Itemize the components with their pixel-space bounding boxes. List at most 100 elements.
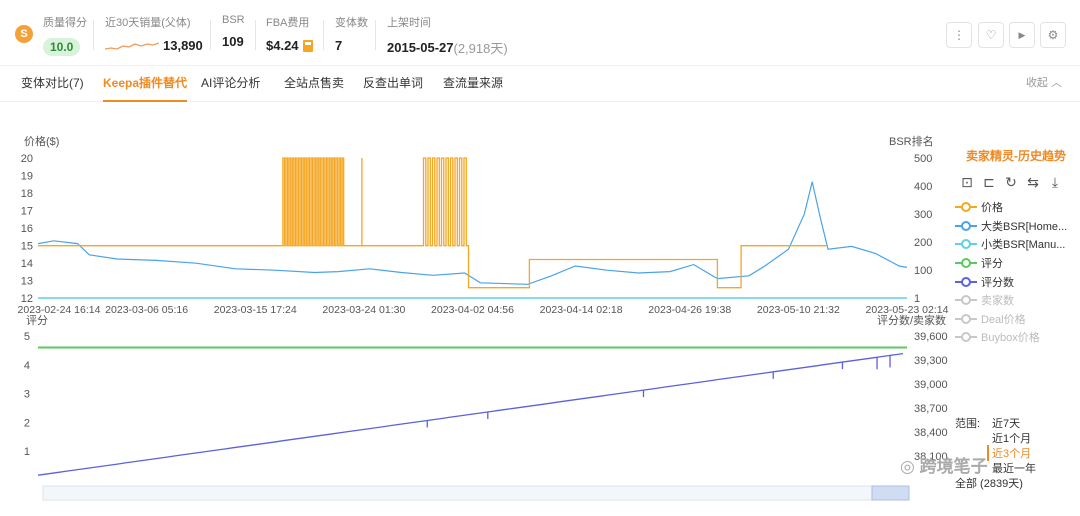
chart-toolbar: ⊡ ⊏ ↻ ⇆ ⤓: [955, 174, 1075, 190]
stats-bar: S 质量得分 10.0 近30天销量(父体) 13,890 BSR 109 FB…: [0, 0, 1080, 66]
stat-bsr: BSR 109: [222, 14, 245, 49]
legend-item-label: 大类BSR[Home...: [981, 220, 1068, 233]
legend-item[interactable]: 小类BSR[Manu...: [955, 235, 1075, 254]
watermark-text: 跨境笔子: [919, 457, 988, 476]
legend-swatch-icon: [955, 239, 977, 250]
stat-bsr-label: BSR: [222, 14, 245, 26]
series-bsr-main-line: [37, 181, 908, 285]
chevron-up-icon: ︿: [1051, 77, 1062, 89]
top-chart-xtick: 2023-04-14 02:18: [540, 304, 623, 316]
bottom-chart-y2label: 评分数/卖家数: [877, 313, 946, 327]
divider: [255, 20, 256, 50]
legend-swatch-icon: [955, 258, 977, 269]
range-3m[interactable]: 近3个月: [987, 445, 1031, 461]
stat-variants: 变体数 7: [335, 14, 368, 53]
bottom-chart-ylabel: 评分: [26, 314, 48, 327]
settings-button[interactable]: ⚙: [1040, 22, 1066, 48]
stat-sales-label: 近30天销量(父体): [105, 17, 191, 29]
top-chart-ytick: 18: [21, 188, 33, 200]
bottom-chart-ytick: 2: [24, 417, 30, 429]
swap-icon[interactable]: ⇆: [1025, 174, 1041, 190]
top-chart-xtick: 2023-03-24 01:30: [322, 304, 405, 316]
top-chart-xtick: 2023-04-26 19:38: [648, 304, 731, 316]
legend-item[interactable]: Deal价格: [955, 310, 1075, 329]
bottom-chart-ytick: 5: [24, 331, 30, 343]
video-button[interactable]: ▶: [1009, 22, 1035, 48]
top-chart-y2tick: 200: [914, 237, 932, 249]
stat-listing-days: (2,918天): [453, 41, 508, 56]
top-chart-xtick: 2023-03-06 05:16: [105, 304, 188, 316]
legend-swatch-icon: [955, 332, 977, 343]
legend-item[interactable]: 评分数: [955, 272, 1075, 291]
top-chart-y2tick: 300: [914, 209, 932, 221]
legend-item-label: Deal价格: [981, 313, 1026, 326]
bottom-chart-y2tick: 39,600: [914, 331, 948, 343]
more-button[interactable]: ⋮: [946, 22, 972, 48]
divider: [210, 20, 211, 50]
tab-keepa[interactable]: Keepa插件替代: [103, 66, 188, 102]
stat-sales: 近30天销量(父体) 13,890: [105, 14, 203, 53]
legend-item-label: 价格: [981, 202, 1003, 215]
stat-variants-label: 变体数: [335, 17, 368, 29]
legend-item[interactable]: Buybox价格: [955, 328, 1075, 347]
top-chart-ytick: 16: [21, 223, 33, 235]
legend-swatch-icon: [955, 295, 977, 306]
stat-fba-label: FBA费用: [266, 17, 310, 29]
range-1m[interactable]: 近1个月: [992, 430, 1031, 446]
calculator-icon[interactable]: [302, 39, 313, 52]
bottom-chart-y2tick: 39,300: [914, 355, 948, 367]
zoom-icon[interactable]: ⊡: [959, 174, 975, 190]
legend-item[interactable]: 价格: [955, 198, 1075, 217]
top-chart-y2tick: 100: [914, 265, 932, 277]
stat-fba-value: $4.24: [266, 38, 299, 53]
legend-item[interactable]: 评分: [955, 254, 1075, 273]
heart-icon: ♡: [985, 28, 997, 42]
range-all[interactable]: 全部 (2839天): [955, 475, 1023, 491]
legend-item[interactable]: 大类BSR[Home...: [955, 217, 1075, 236]
bottom-chart-ytick: 3: [24, 389, 30, 401]
quality-score-badge: 10.0: [43, 38, 81, 56]
tab-variant-compare[interactable]: 变体对比(7): [21, 66, 84, 102]
top-chart-y2tick: 500: [914, 153, 932, 165]
stat-listing: 上架时间 2015-05-27 (2,918天): [387, 14, 508, 57]
more-icon: ⋮: [953, 28, 965, 42]
legend-item[interactable]: 卖家数: [955, 291, 1075, 310]
legend-item-label: 小类BSR[Manu...: [981, 239, 1066, 252]
top-chart-y2tick: 400: [914, 181, 932, 193]
top-chart-xtick: 2023-04-02 04:56: [431, 304, 514, 316]
favorite-button[interactable]: ♡: [978, 22, 1004, 48]
range-label: 范围:: [955, 418, 981, 430]
zoom-reset-icon[interactable]: ⊏: [981, 174, 997, 190]
zoom-slider-handle: [871, 485, 910, 501]
bottom-chart-y2tick: 39,000: [914, 379, 948, 391]
stat-bsr-value: 109: [222, 34, 244, 49]
top-chart-ytick: 15: [21, 241, 33, 253]
chart-legend: 卖家精灵-历史趋势 ⊡ ⊏ ↻ ⇆ ⤓ 价格 大类BSR[Home... 小类BSR…: [955, 147, 1075, 347]
stat-quality-label: 质量得分: [43, 17, 87, 29]
tab-ai-review[interactable]: AI评论分析: [201, 66, 260, 102]
legend-swatch-icon: [955, 220, 977, 231]
tab-all-sites[interactable]: 全站点售卖: [284, 66, 344, 102]
legend-item-label: 评分: [981, 258, 1003, 271]
stat-fba: FBA费用 $4.24: [266, 14, 313, 53]
tab-reverse-keywords[interactable]: 反查出单词: [363, 66, 423, 102]
divider: [93, 20, 94, 50]
sales-sparkline-icon: [105, 41, 159, 50]
range-1y[interactable]: 最近一年: [992, 460, 1036, 476]
range-7d[interactable]: 近7天: [992, 415, 1020, 431]
collapse-label: 收起: [1025, 77, 1048, 89]
wechat-icon: ◎: [900, 457, 915, 476]
bottom-chart-ytick: 1: [24, 446, 30, 458]
divider: [323, 20, 324, 50]
tab-traffic-source[interactable]: 查流量来源: [443, 66, 503, 102]
download-icon[interactable]: ⤓: [1047, 174, 1063, 190]
legend-swatch-icon: [955, 276, 977, 287]
top-chart-ylabel: 价格($): [24, 134, 59, 148]
refresh-icon[interactable]: ↻: [1003, 174, 1019, 190]
collapse-button[interactable]: 收起 ︿: [1026, 66, 1062, 100]
bottom-chart-ytick: 4: [24, 360, 30, 372]
top-chart-ytick: 14: [21, 258, 33, 270]
top-chart-ytick: 13: [21, 276, 33, 288]
bottom-chart-y2tick: 38,400: [914, 427, 948, 439]
bottom-chart-y2tick: 38,700: [914, 403, 948, 415]
